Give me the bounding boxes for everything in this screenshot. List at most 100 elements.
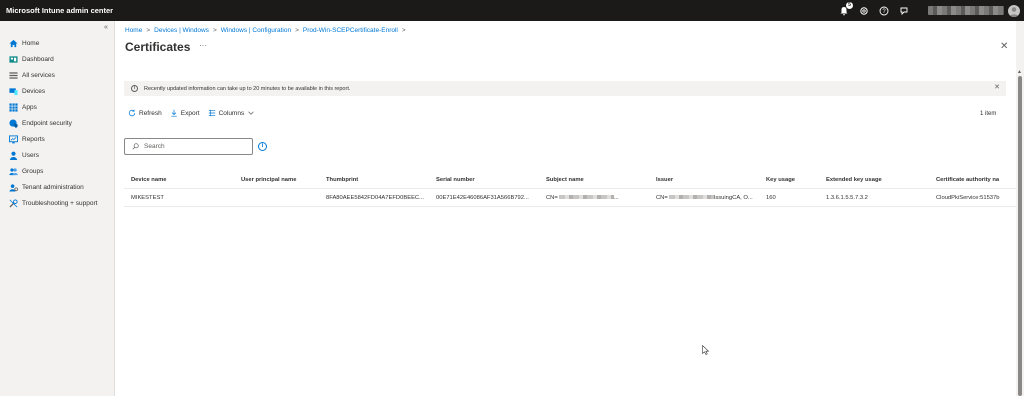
sidebar-item-label: Apps [22,103,37,111]
chevron-down-icon [248,111,254,115]
sidebar-item-apps[interactable]: Apps [0,99,115,115]
refresh-label: Refresh [139,109,162,117]
certificates-table: Device name User principal name Thumbpri… [124,171,1016,207]
columns-icon [208,109,215,117]
groups-icon [9,167,18,176]
mouse-cursor-icon [702,345,710,355]
feedback-icon[interactable] [898,5,910,17]
avatar[interactable] [1008,4,1020,17]
column-header-thumbprint[interactable]: Thumbprint [319,177,429,183]
cell-certificate-authority: CloudPkiService:51537b [936,194,1000,201]
main-content: Home > Devices | Windows > Windows | Con… [116,21,1024,396]
help-icon[interactable]: ? [878,5,890,17]
sidebar-item-reports[interactable]: Reports [0,131,115,147]
column-header-device-name[interactable]: Device name [124,177,234,183]
download-icon [170,109,177,117]
close-icon[interactable]: ✕ [1000,41,1008,52]
vertical-scrollbar[interactable]: ▲ [1016,21,1024,396]
notification-badge: 5 [846,1,853,9]
column-header-user-principal-name[interactable]: User principal name [234,177,319,183]
sidebar-item-label: All services [22,71,55,79]
sidebar-item-label: Troubleshooting + support [22,199,98,207]
sidebar-item-users[interactable]: Users [0,147,115,163]
sidebar-item-tenant-administration[interactable]: Tenant administration [0,179,115,195]
search-info-icon[interactable]: i [258,142,267,151]
export-label: Export [180,109,200,117]
sidebar-item-endpoint-security[interactable]: Endpoint security [0,115,115,131]
reports-icon [9,134,18,144]
sidebar-item-label: Home [22,39,40,47]
top-bar: Microsoft Intune admin center 5 ? [0,0,1024,21]
breadcrumb-separator: > [295,27,299,34]
column-header-key-usage[interactable]: Key usage [759,177,819,183]
search-placeholder: Search [144,143,165,150]
notifications-icon[interactable]: 5 [838,1,853,17]
breadcrumb-profile[interactable]: Prod-Win-SCEPCertificate-Enroll [303,27,398,34]
settings-gear-icon[interactable] [858,5,870,17]
breadcrumb-windows-configuration[interactable]: Windows | Configuration [221,27,291,34]
cell-subject-name: CN=... [539,195,649,201]
sidebar-nav: Home Dashboard All services Devices Apps… [0,35,115,211]
cell-issuer: CN= IssuingCA, O... [649,195,759,201]
scroll-up-icon[interactable]: ▲ [1017,69,1022,75]
account-name-redacted[interactable] [928,6,1004,15]
scrollbar-thumb[interactable] [1018,76,1022,396]
sidebar-item-label: Reports [22,135,45,143]
export-button[interactable]: Export [170,109,200,117]
redacted-issuer [668,194,714,199]
sidebar-item-dashboard[interactable]: Dashboard [0,51,115,67]
issuer-suffix: IssuingCA, O... [713,194,753,201]
dismiss-banner-icon[interactable]: ✕ [994,83,1000,91]
dashboard-icon [9,55,18,64]
devices-icon [9,87,18,96]
sidebar-item-devices[interactable]: Devices [0,83,115,99]
sidebar-item-groups[interactable]: Groups [0,163,115,179]
table-row[interactable]: MIKESTEST 8FA80AEE5842FD04A7EFD0BEEC... … [124,189,1016,207]
breadcrumb-devices-windows[interactable]: Devices | Windows [154,27,209,34]
subject-suffix: ... [613,194,619,201]
sidebar-item-label: Devices [22,87,46,95]
sidebar-item-label: Users [22,151,39,159]
breadcrumb-separator: > [146,27,151,34]
users-icon [9,151,18,160]
search-icon [132,143,139,150]
toolbar: Refresh Export Columns [128,109,266,117]
sidebar-item-label: Endpoint security [22,119,72,127]
cell-extended-key-usage: 1.3.6.1.5.5.7.3.2 [826,194,868,201]
top-bar-actions: 5 ? [834,0,1020,21]
breadcrumb: Home > Devices | Windows > Windows | Con… [125,27,410,34]
collapse-sidebar-icon[interactable]: « [104,24,108,31]
column-header-serial-number[interactable]: Serial number [429,177,539,183]
search-input[interactable]: Search [124,138,253,155]
sidebar-item-home[interactable]: Home [0,35,115,51]
cell-key-usage: 160 [766,194,776,201]
app-title[interactable]: Microsoft Intune admin center [6,6,113,15]
banner-text: Recently updated information can take up… [144,85,351,92]
refresh-icon [128,109,136,117]
columns-label: Columns [218,109,245,117]
item-count: 1 item [980,111,997,117]
more-options-icon[interactable]: ··· [199,41,207,50]
columns-button[interactable]: Columns [208,109,259,117]
breadcrumb-separator: > [212,27,217,34]
subject-prefix: CN= [546,194,558,201]
tenant-admin-icon [9,183,18,192]
sidebar-item-all-services[interactable]: All services [0,67,115,83]
endpoint-security-icon [9,118,18,128]
all-services-icon [9,71,18,80]
sidebar: « Home Dashboard All services Devices Ap… [0,21,115,396]
refresh-button[interactable]: Refresh [128,109,162,117]
column-header-subject-name[interactable]: Subject name [539,177,649,183]
breadcrumb-home[interactable]: Home [125,27,142,34]
column-header-certificate-authority[interactable]: Certificate authority na [929,177,1006,183]
column-header-issuer[interactable]: Issuer [649,177,759,183]
troubleshooting-icon [9,198,18,208]
apps-icon [9,102,18,112]
cell-serial-number: 00E71E42E46086AF31A566B792... [436,194,529,201]
page-title: Certificates [125,40,191,54]
column-header-extended-key-usage[interactable]: Extended key usage [819,177,929,183]
cell-device-name: MIKESTEST [131,194,164,201]
cell-thumbprint: 8FA80AEE5842FD04A7EFD0BEEC... [326,194,424,201]
sidebar-item-troubleshooting-support[interactable]: Troubleshooting + support [0,195,115,211]
info-banner: i Recently updated information can take … [124,81,1006,96]
